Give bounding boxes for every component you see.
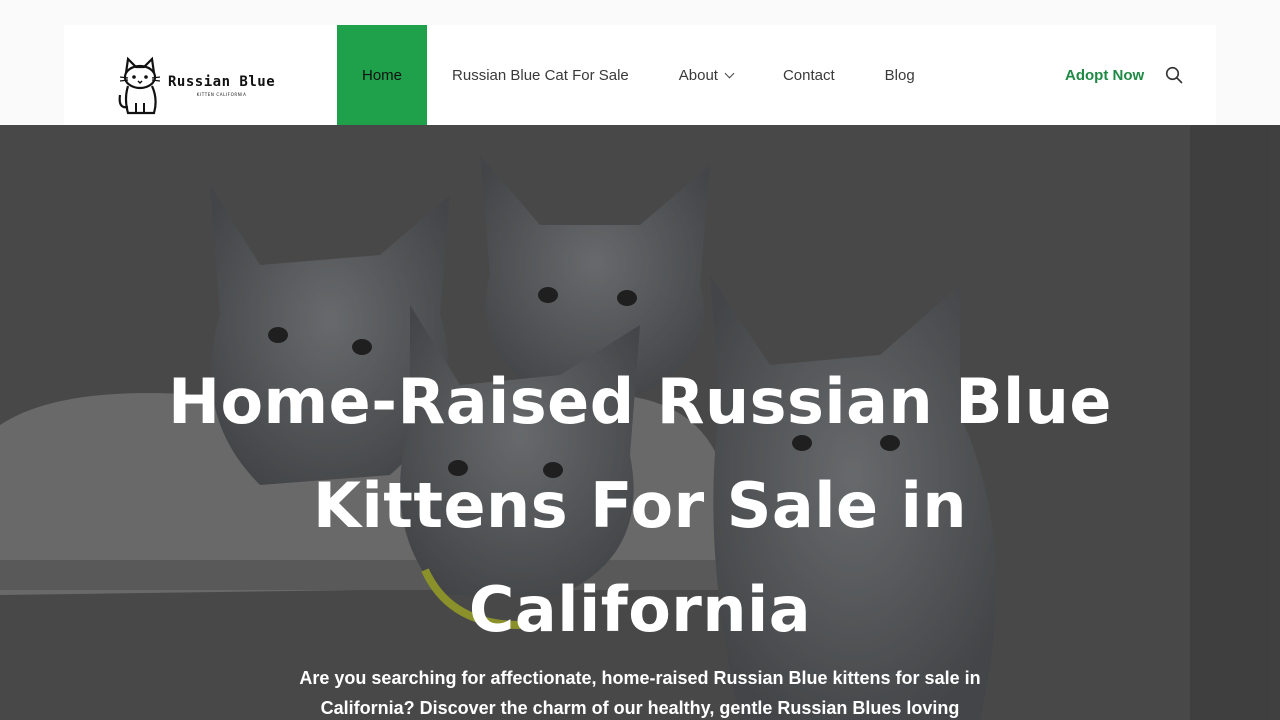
site-header: Russian Blue KITTEN CALIFORNIA Home Russ… [64,25,1216,125]
hero-section: Home-Raised Russian Blue Kittens For Sal… [0,125,1280,720]
brand-subtitle: KITTEN CALIFORNIA [196,92,247,97]
nav-item-about[interactable]: About [654,25,758,125]
nav-item-home[interactable]: Home [337,25,428,125]
chevron-down-icon [724,68,735,78]
hero-description: Are you searching for affectionate, home… [299,668,981,718]
nav-item-russian-blue-cat-for-sale[interactable]: Russian Blue Cat For Sale [427,25,654,125]
nav-item-blog[interactable]: Blog [860,25,940,125]
adopt-now-button[interactable]: Adopt Now [1065,25,1144,125]
hero-title: Home-Raised Russian Blue Kittens For Sal… [168,365,1112,646]
search-icon[interactable] [1165,66,1183,84]
header-background: Russian Blue KITTEN CALIFORNIA Home Russ… [0,0,1280,125]
brand-title: Russian Blue [168,74,276,90]
nav-item-contact[interactable]: Contact [758,25,860,125]
logo-text: Russian Blue KITTEN CALIFORNIA [168,75,275,97]
main-nav: Home Russian Blue Cat For Sale About Con… [337,25,940,125]
nav-item-about-label: About [678,66,718,84]
cat-logo-icon [118,56,161,115]
site-logo[interactable]: Russian Blue KITTEN CALIFORNIA [114,55,284,117]
